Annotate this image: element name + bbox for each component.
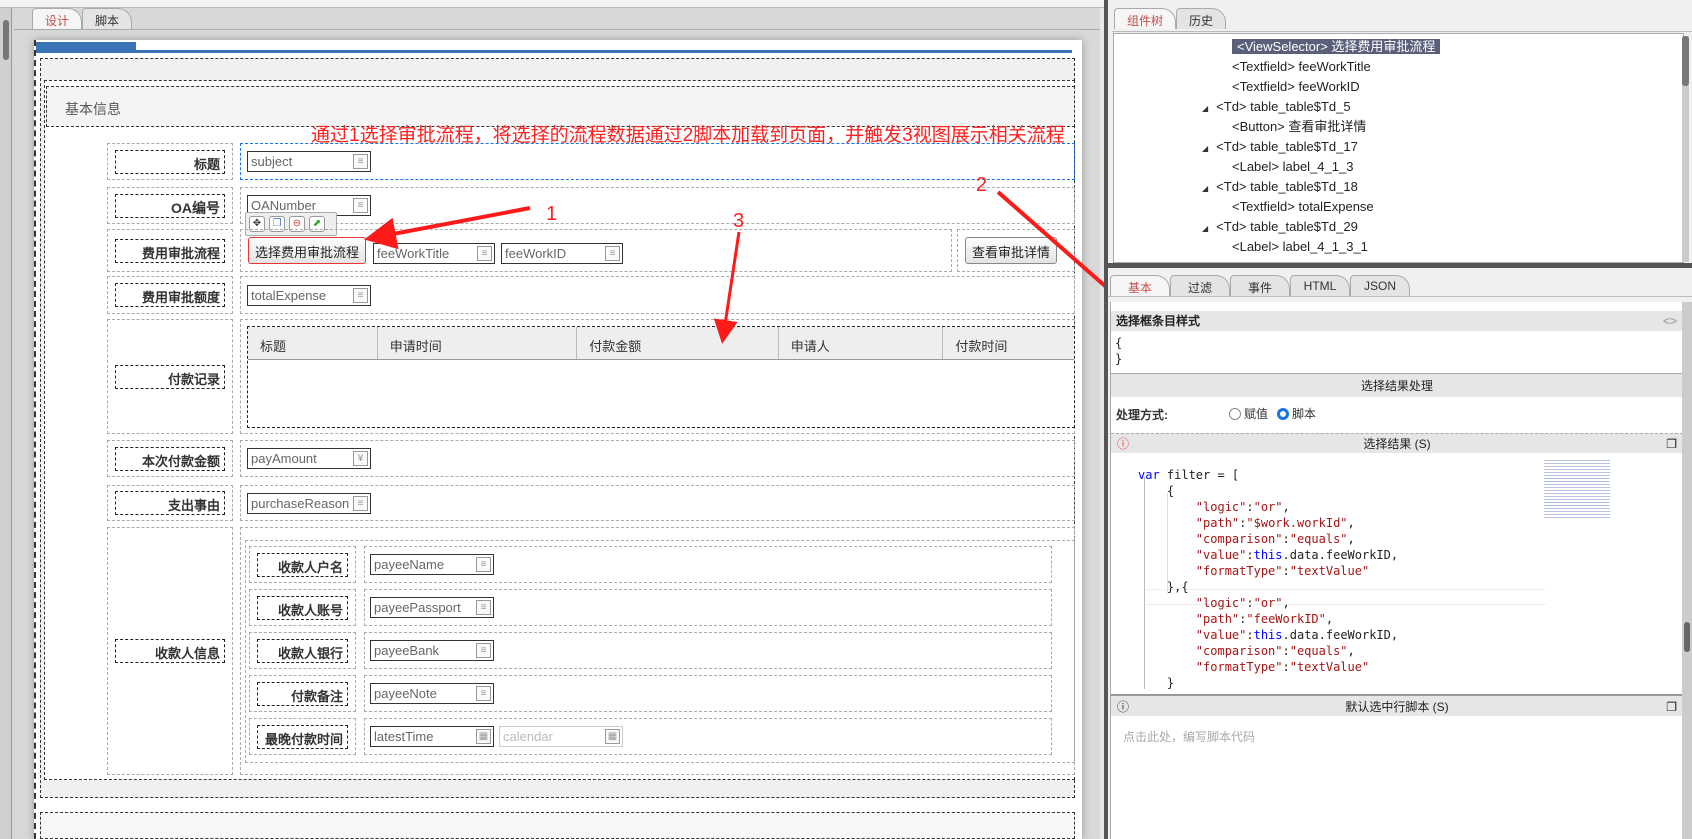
scroll-thumb[interactable] — [1682, 36, 1689, 86]
pane-splitter[interactable] — [1106, 263, 1692, 268]
result-script-editor[interactable]: var filter = [ { "logic":"or", "path":"$… — [1116, 455, 1676, 691]
code-line: "value":this.data.feeWorkID, — [1195, 548, 1399, 562]
tree-node[interactable]: ◢ <Td> table_table$Td_18 — [1202, 177, 1358, 197]
result-handling-header: 选择结果处理 — [1111, 373, 1683, 397]
tree-node[interactable]: <Label> label_4_1_3 — [1232, 157, 1353, 177]
code-line: "logic":"or", — [1195, 596, 1290, 610]
tree-node-label[interactable]: <Td> table_table$Td_18 — [1216, 179, 1358, 194]
tree-node-label[interactable]: <Textfield> feeWorkID — [1232, 79, 1360, 94]
expand-triangle-icon[interactable]: ◢ — [1202, 144, 1208, 153]
code-line: var filter = [ — [1138, 468, 1240, 482]
code-line: "logic":"or", — [1195, 500, 1290, 514]
tree-node[interactable]: <Button> 查看审批详情 — [1232, 117, 1366, 137]
tree-node-label[interactable]: <Label> label_4_1_3 — [1232, 159, 1353, 174]
tab-prop-2[interactable]: 事件 — [1230, 275, 1290, 296]
code-lines: var filter = [ { "logic":"or", "path":"$… — [1138, 467, 1398, 691]
tree-node[interactable]: <Label> label_4_1_3_1 — [1232, 237, 1368, 257]
tree-node-label[interactable]: <Textfield> feeWorkTitle — [1232, 59, 1371, 74]
tab-component-tree[interactable]: 组件树 — [1114, 8, 1177, 29]
code-line: { — [1138, 484, 1175, 498]
property-tabs: 基本 过滤 事件 HTML JSON — [1108, 275, 1692, 297]
item-style-editor[interactable]: {} — [1115, 335, 1122, 367]
code-line: } — [1138, 676, 1175, 690]
code-icon[interactable]: <> — [1663, 311, 1677, 331]
tree-node[interactable]: <ViewSelector> 选择费用审批流程 — [1232, 37, 1441, 57]
info-icon[interactable]: ⓘ — [1117, 696, 1129, 718]
code-line: "formatType":"textValue" — [1195, 660, 1370, 674]
radio-script[interactable] — [1277, 407, 1290, 420]
code-line: "path":"feeWorkID", — [1195, 612, 1334, 626]
code-line: "comparison":"equals", — [1195, 644, 1355, 658]
tree-node-label[interactable]: <Button> 查看审批详情 — [1232, 119, 1366, 134]
tree-node-label[interactable]: <Label> label_4_1_3_1 — [1232, 239, 1368, 254]
code-line: },{ — [1138, 580, 1189, 594]
code-line: "formatType":"textValue" — [1195, 564, 1370, 578]
tab-prop-0[interactable]: 基本 — [1110, 275, 1170, 296]
tree-node-label[interactable]: <Td> table_table$Td_17 — [1216, 139, 1358, 154]
property-scrollbar[interactable] — [1682, 302, 1692, 839]
component-tree: <ViewSelector> 选择费用审批流程 <Textfield> feeWo… — [1113, 33, 1684, 263]
expand-triangle-icon[interactable]: ◢ — [1202, 184, 1208, 193]
code-minimap[interactable] — [1544, 458, 1610, 518]
tree-node[interactable]: ◢ <Td> table_table$Td_5 — [1202, 97, 1351, 117]
expand-triangle-icon[interactable]: ◢ — [1202, 104, 1208, 113]
maximize-icon[interactable]: ❐ — [1666, 696, 1677, 718]
scroll-thumb[interactable] — [1684, 622, 1690, 652]
tree-tabs: 组件树 历史 — [1112, 8, 1692, 32]
tree-node[interactable]: ◢ <Td> table_table$Td_29 — [1202, 217, 1358, 237]
mode-label: 处理方式: — [1116, 408, 1168, 422]
radio-script-label[interactable]: 脚本 — [1292, 405, 1316, 422]
tab-prop-4[interactable]: JSON — [1350, 275, 1410, 296]
arrow-3 — [713, 231, 741, 344]
tab-prop-1[interactable]: 过滤 — [1170, 275, 1230, 296]
default-script-editor[interactable]: 点击此处，编写脚本代码 — [1123, 728, 1255, 745]
info-icon[interactable]: ⓘ — [1117, 434, 1129, 454]
tree-node[interactable]: <Textfield> totalExpense — [1232, 197, 1374, 217]
property-panel: 选择框条目样式 <> {} 选择结果处理 处理方式: 赋值 脚本 ⓘ 选择结果 (S… — [1110, 302, 1683, 839]
tree-scrollbar[interactable] — [1682, 36, 1689, 262]
arrow-1 — [364, 206, 531, 250]
maximize-icon[interactable]: ❐ — [1666, 434, 1677, 454]
tree-node-label[interactable]: <Textfield> totalExpense — [1232, 199, 1374, 214]
radio-assign-label[interactable]: 赋值 — [1244, 405, 1268, 422]
radio-assign[interactable] — [1229, 407, 1241, 420]
tab-prop-3[interactable]: HTML — [1290, 275, 1350, 296]
expand-triangle-icon[interactable]: ◢ — [1202, 224, 1208, 233]
code-line: "comparison":"equals", — [1195, 532, 1355, 546]
mode-radio-group: 赋值 脚本 — [1229, 405, 1316, 422]
tree-node-label[interactable]: <ViewSelector> 选择费用审批流程 — [1232, 39, 1441, 54]
item-style-header: 选择框条目样式 <> — [1111, 311, 1683, 331]
default-script-header: ⓘ 默认选中行脚本 (S) ❐ — [1111, 694, 1683, 716]
tab-history[interactable]: 历史 — [1176, 8, 1227, 29]
tree-node[interactable]: <Textfield> feeWorkID — [1232, 77, 1360, 97]
result-script-header: ⓘ 选择结果 (S) ❐ — [1111, 433, 1683, 453]
code-line: "value":this.data.feeWorkID, — [1195, 628, 1399, 642]
tree-node[interactable]: <Textfield> feeWorkTitle — [1232, 57, 1371, 77]
code-line: "path":"$work.workId", — [1195, 516, 1355, 530]
tree-node-label[interactable]: <Td> table_table$Td_29 — [1216, 219, 1358, 234]
tree-node[interactable]: ◢ <Td> table_table$Td_17 — [1202, 137, 1358, 157]
tree-node-label[interactable]: <Td> table_table$Td_5 — [1216, 99, 1350, 114]
